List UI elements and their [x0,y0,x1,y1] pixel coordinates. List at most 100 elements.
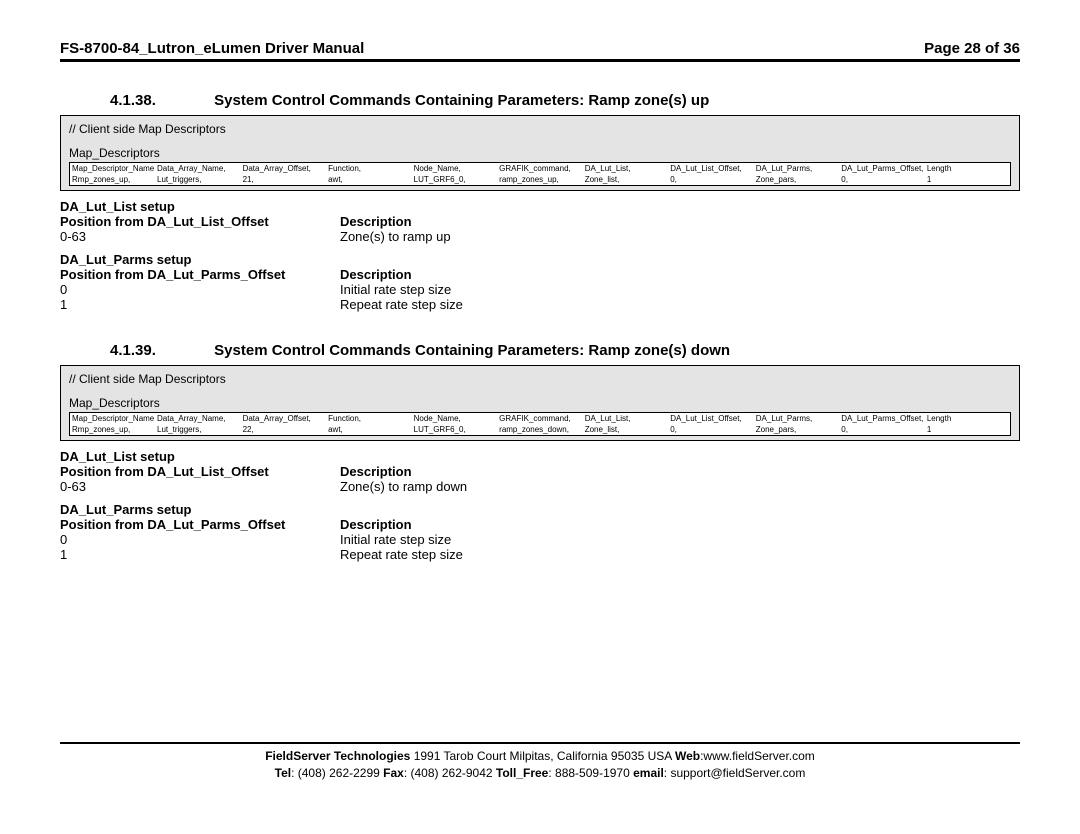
md-cell: 0, [839,174,925,186]
md-cell: ramp_zones_down, [497,424,583,436]
lut-parms-setup-1: DA_Lut_Parms setup Position from DA_Lut_… [60,252,1020,312]
md-cell: awt, [326,174,412,186]
md-cell: Rmp_zones_up, [70,424,156,436]
md-cell: LUT_GRF6_0, [412,174,498,186]
section-number: 4.1.38. [110,92,210,109]
page-header: FS-8700-84_Lutron_eLumen Driver Manual P… [60,40,1020,62]
md-col: Data_Array_Name, [155,163,241,175]
md-col: Function, [326,413,412,425]
cell: 0-63 [60,229,340,244]
md-cell: 0, [668,424,754,436]
section-heading-4-1-39: 4.1.39. System Control Commands Containi… [110,342,1020,359]
footer-email: : support@fieldServer.com [664,766,806,780]
footer-fax-label: Fax [383,766,404,780]
md-cell: LUT_GRF6_0, [412,424,498,436]
box-comment: // Client side Map Descriptors [69,122,1011,136]
section-title: System Control Commands Containing Param… [214,342,730,359]
md-cell: awt, [326,424,412,436]
md-cell: Zone_pars, [754,424,840,436]
setup-title: DA_Lut_List setup [60,449,1020,464]
cell: 1 [60,547,340,562]
map-descriptor-table-2: Map_Descriptor_Name, Data_Array_Name, Da… [69,412,1011,436]
md-col: Map_Descriptor_Name, [70,413,156,425]
footer-tel: : (408) 262-2299 [291,766,383,780]
footer-company: FieldServer Technologies [265,749,410,763]
cell: Repeat rate step size [340,547,1020,562]
cell: 0 [60,532,340,547]
cell: 0-63 [60,479,340,494]
cell: Zone(s) to ramp up [340,229,1020,244]
md-col: DA_Lut_List, [583,163,669,175]
md-cell: ramp_zones_up, [497,174,583,186]
page-footer: FieldServer Technologies 1991 Tarob Cour… [60,748,1020,782]
md-cell: Lut_triggers, [155,174,241,186]
md-col: Length [925,413,1011,425]
md-cell: 22, [241,424,327,436]
setup-title: DA_Lut_Parms setup [60,502,1020,517]
md-col: DA_Lut_List_Offset, [668,413,754,425]
footer-tollfree: : 888-509-1970 [548,766,633,780]
md-cell: 1 [925,424,1011,436]
footer-tel-label: Tel [275,766,291,780]
footer-fax: : (408) 262-9042 [404,766,496,780]
footer-web: :www.fieldServer.com [700,749,815,763]
md-col: DA_Lut_List, [583,413,669,425]
md-col: Map_Descriptor_Name, [70,163,156,175]
column-header: Position from DA_Lut_List_Offset [60,464,340,479]
lut-list-setup-1: DA_Lut_List setup Position from DA_Lut_L… [60,199,1020,244]
column-header: Description [340,214,1020,229]
md-cell: 21, [241,174,327,186]
md-col: Data_Array_Name, [155,413,241,425]
map-descriptors-box-1: // Client side Map Descriptors Map_Descr… [60,115,1020,191]
column-header: Description [340,517,1020,532]
md-col: DA_Lut_Parms_Offset, [839,413,925,425]
lut-list-setup-2: DA_Lut_List setup Position from DA_Lut_L… [60,449,1020,494]
footer-web-label: Web [675,749,700,763]
md-col: DA_Lut_Parms, [754,413,840,425]
manual-title: FS-8700-84_Lutron_eLumen Driver Manual [60,40,364,57]
md-cell: Rmp_zones_up, [70,174,156,186]
footer-email-label: email [633,766,664,780]
footer-address: 1991 Tarob Court Milpitas, California 95… [410,749,675,763]
setup-title: DA_Lut_List setup [60,199,1020,214]
md-col: Function, [326,163,412,175]
column-header: Position from DA_Lut_Parms_Offset [60,517,340,532]
section-title: System Control Commands Containing Param… [214,92,709,109]
column-header: Position from DA_Lut_List_Offset [60,214,340,229]
box-subhead: Map_Descriptors [69,146,1011,160]
box-subhead: Map_Descriptors [69,396,1011,410]
md-col: Data_Array_Offset, [241,163,327,175]
map-descriptors-box-2: // Client side Map Descriptors Map_Descr… [60,365,1020,441]
column-header: Description [340,267,1020,282]
cell: 0 [60,282,340,297]
md-cell: 0, [839,424,925,436]
cell: Initial rate step size [340,282,1020,297]
md-cell: Zone_list, [583,174,669,186]
column-header: Description [340,464,1020,479]
section-heading-4-1-38: 4.1.38. System Control Commands Containi… [110,92,1020,109]
box-comment: // Client side Map Descriptors [69,372,1011,386]
md-col: Data_Array_Offset, [241,413,327,425]
setup-title: DA_Lut_Parms setup [60,252,1020,267]
md-cell: 1 [925,174,1011,186]
md-col: DA_Lut_List_Offset, [668,163,754,175]
md-col: DA_Lut_Parms, [754,163,840,175]
md-col: Length [925,163,1011,175]
cell: Zone(s) to ramp down [340,479,1020,494]
cell: Repeat rate step size [340,297,1020,312]
footer-tollfree-label: Toll_Free [496,766,548,780]
md-col: Node_Name, [412,163,498,175]
md-col: Node_Name, [412,413,498,425]
md-cell: 0, [668,174,754,186]
md-col: GRAFIK_command, [497,163,583,175]
footer-rule [60,742,1020,744]
page-number: Page 28 of 36 [924,40,1020,57]
column-header: Position from DA_Lut_Parms_Offset [60,267,340,282]
md-cell: Zone_list, [583,424,669,436]
lut-parms-setup-2: DA_Lut_Parms setup Position from DA_Lut_… [60,502,1020,562]
cell: Initial rate step size [340,532,1020,547]
md-cell: Zone_pars, [754,174,840,186]
md-col: GRAFIK_command, [497,413,583,425]
md-cell: Lut_triggers, [155,424,241,436]
md-col: DA_Lut_Parms_Offset, [839,163,925,175]
